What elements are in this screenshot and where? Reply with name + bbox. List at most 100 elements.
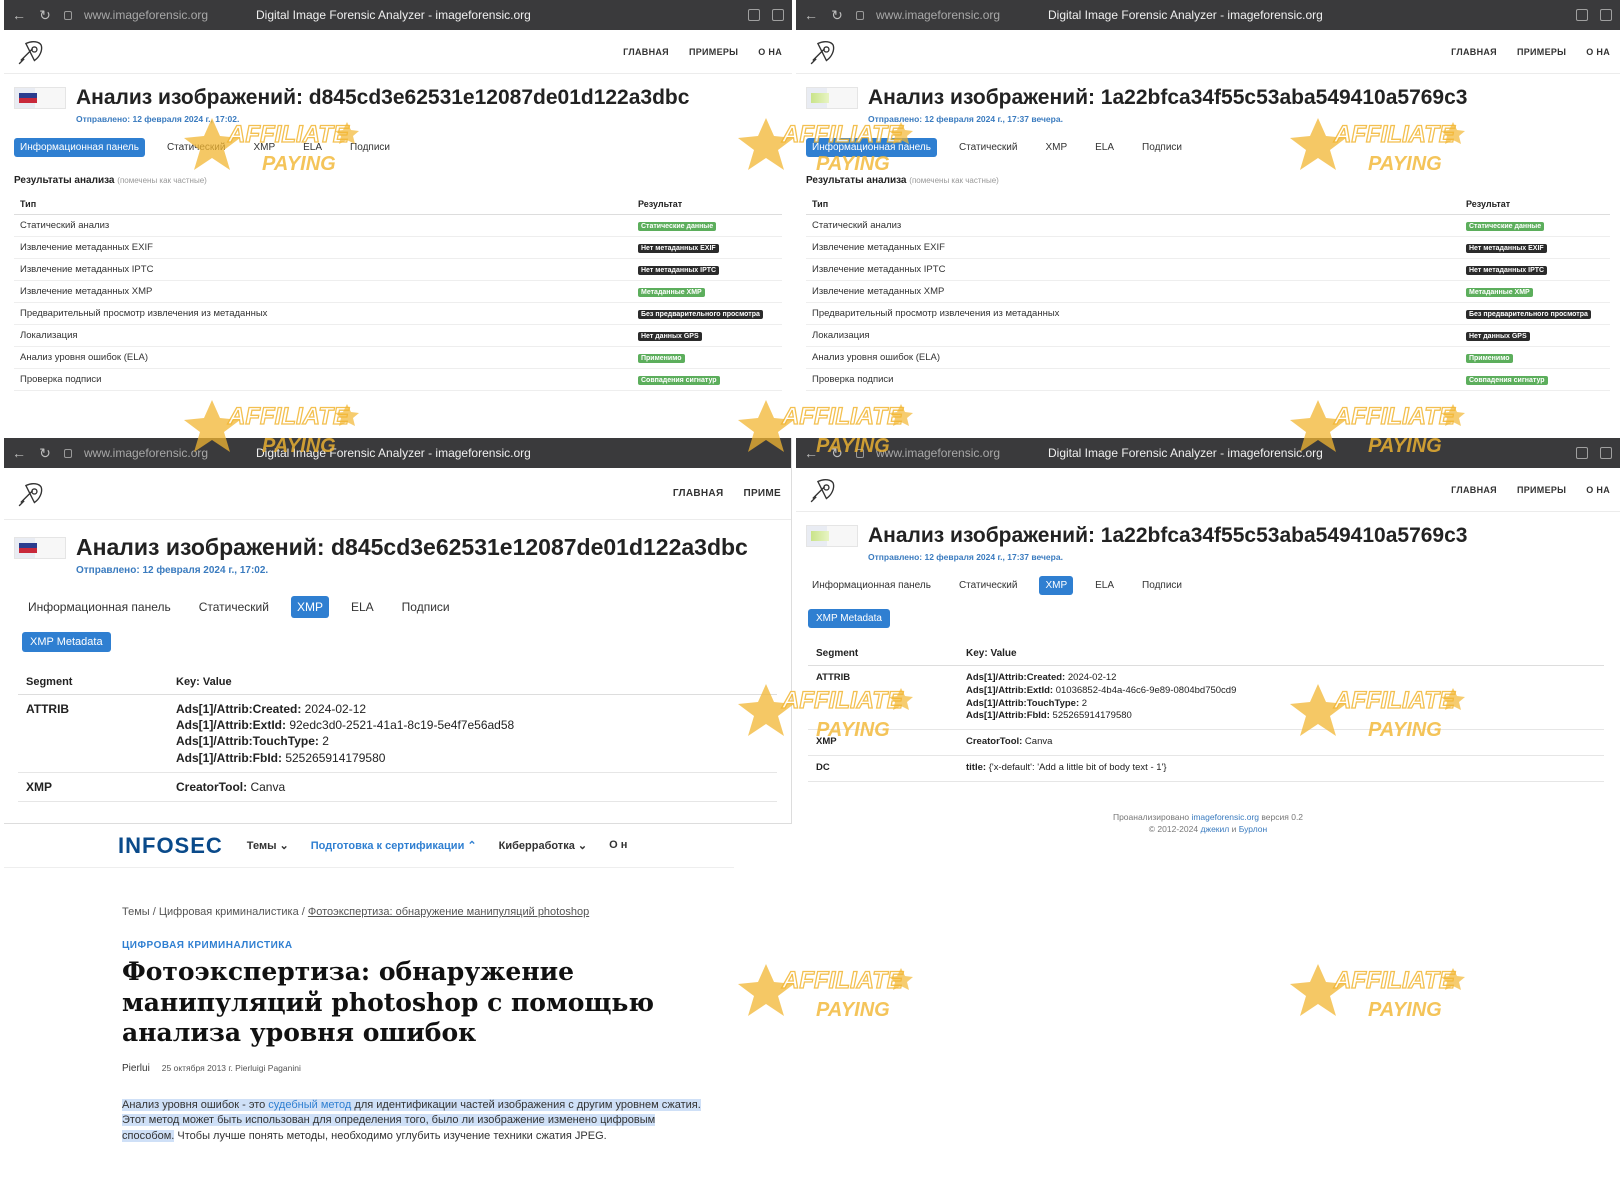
table-row: DC title: {'x-default': 'Add a little bi… (808, 755, 1604, 782)
nav-home[interactable]: ГЛАВНАЯ (673, 488, 724, 499)
menu-topics[interactable]: Темы ⌄ (247, 839, 289, 852)
article-title: Фотоэкспертиза: обнаружение манипуляций … (122, 957, 655, 1047)
nav-home[interactable]: ГЛАВНАЯ (1451, 47, 1497, 57)
tab-dashboard[interactable]: Информационная панель (22, 596, 177, 618)
reload-icon[interactable]: ↻ (830, 445, 844, 462)
reload-icon[interactable]: ↻ (38, 7, 52, 24)
table-row: XMP CreatorTool: Canva (18, 772, 777, 802)
status-badge: Нет метаданных IPTC (638, 266, 720, 275)
tab-signatures[interactable]: Подписи (396, 596, 456, 618)
extension-icon[interactable] (748, 9, 760, 21)
nav-examples[interactable]: ПРИМЕРЫ (689, 47, 738, 57)
xmp-metadata-button[interactable]: XMP Metadata (22, 632, 111, 652)
back-arrow-icon[interactable]: ← (12, 7, 26, 23)
status-badge: Совпадения сигнатур (638, 376, 720, 385)
nav-home[interactable]: ГЛАВНАЯ (623, 47, 669, 57)
extension-icon[interactable] (1576, 9, 1588, 21)
table-row: Проверка подписи Совпадения сигнатур (14, 368, 782, 391)
affiliate-paying-watermark: AFFILIATE PAYING (1288, 956, 1474, 1026)
status-badge: Метаданные XMP (638, 288, 705, 297)
status-badge: Без предварительного просмотра (1466, 310, 1591, 319)
address-bar[interactable]: www.imageforensic.org (84, 8, 244, 22)
table-row: Извлечение метаданных IPTC Нет метаданных… (806, 258, 1610, 281)
menu-cyber-jobs[interactable]: Киберработка ⌄ (499, 839, 587, 852)
tab-xmp[interactable]: XMP (247, 138, 281, 157)
tab-dashboard[interactable]: Информационная панель (806, 576, 937, 595)
image-thumbnail (806, 525, 858, 547)
rocket-logo-icon[interactable] (806, 35, 840, 69)
table-row: Проверка подписи Совпадения сигнатур (806, 368, 1610, 391)
bookmark-icon[interactable] (772, 9, 784, 21)
tab-static[interactable]: Статический (193, 596, 275, 618)
bookmark-icon[interactable] (1600, 9, 1612, 21)
forensic-method-link[interactable]: судебный метод (268, 1099, 351, 1111)
collage: ← ↻ www.imageforensic.org Digital Image … (0, 0, 1624, 1202)
reload-icon[interactable]: ↻ (38, 445, 52, 462)
infosec-logo[interactable]: INFOSEC (118, 833, 223, 859)
nav-home[interactable]: ГЛАВНАЯ (1451, 485, 1497, 495)
nav-examples[interactable]: ПРИМЕРЫ (1517, 485, 1566, 495)
footer-author-link[interactable]: Бурлон (1239, 824, 1267, 834)
author-avatar: Pierlui (122, 1062, 150, 1074)
tab-dashboard[interactable]: Информационная панель (806, 138, 937, 157)
tab-xmp[interactable]: XMP (1039, 576, 1074, 595)
nav-about[interactable]: О НА (1586, 485, 1610, 495)
tab-dashboard[interactable]: Информационная панель (14, 138, 145, 157)
breadcrumb-category[interactable]: Цифровая криминалистика (159, 906, 299, 918)
tab-signatures[interactable]: Подписи (1136, 138, 1188, 157)
xmp-metadata-button[interactable]: XMP Metadata (808, 609, 890, 628)
reload-icon[interactable]: ↻ (830, 7, 844, 24)
lock-icon (64, 10, 72, 20)
tab-ela[interactable]: ELA (297, 138, 328, 157)
tab-static[interactable]: Статический (161, 138, 232, 157)
footer-site-link[interactable]: imageforensic.org (1191, 812, 1259, 822)
address-bar[interactable]: www.imageforensic.org (84, 446, 244, 460)
bookmark-icon[interactable] (1600, 447, 1612, 459)
browser-toolbar: ← ↻ www.imageforensic.org Digital Image … (4, 0, 792, 30)
nav-about[interactable]: О НА (1586, 47, 1610, 57)
tab-signatures[interactable]: Подписи (1136, 576, 1188, 595)
back-arrow-icon[interactable]: ← (804, 7, 818, 23)
article-byline: Pierlui 25 октября 2013 г. Pierluigi Pag… (4, 1049, 734, 1074)
site-header: ГЛАВНАЯ ПРИМЕРЫ О НА (4, 30, 792, 74)
nav-examples[interactable]: ПРИМЕРЫ (1517, 47, 1566, 57)
footer-author-link[interactable]: джекил (1200, 824, 1229, 834)
tab-xmp[interactable]: XMP (290, 596, 329, 618)
results-table: Тип Результат Статический анализ Статичес… (806, 194, 1610, 391)
nav-examples[interactable]: ПРИМЕ (743, 488, 781, 499)
table-row: Анализ уровня ошибок (ELA) Применимо (806, 346, 1610, 369)
table-row: Предварительный просмотр извлечения из м… (14, 302, 782, 325)
tab-xmp[interactable]: XMP (1039, 138, 1073, 157)
submitted-date: Отправлено: 12 февраля 2024 г., 17:02. (76, 565, 269, 576)
tab-title: Digital Image Forensic Analyzer - imagef… (1048, 8, 1323, 22)
rocket-logo-icon[interactable] (806, 473, 840, 507)
menu-about[interactable]: О н (609, 839, 627, 852)
site-header: ГЛАВНАЯ ПРИМЕРЫ О НА (796, 30, 1620, 74)
tab-ela[interactable]: ELA (1089, 576, 1120, 595)
tab-static[interactable]: Статический (953, 576, 1024, 595)
tab-bar: Информационная панель Статический XMP EL… (4, 576, 791, 618)
breadcrumb-topics[interactable]: Темы (122, 906, 150, 918)
tab-static[interactable]: Статический (953, 138, 1024, 157)
chevron-down-icon: ⌄ (577, 840, 588, 852)
tab-ela[interactable]: ELA (345, 596, 380, 618)
breadcrumb-article[interactable]: Фотоэкспертиза: обнаружение манипуляций … (308, 906, 589, 918)
status-badge: Метаданные XMP (1466, 288, 1533, 297)
status-badge: Совпадения сигнатур (1466, 376, 1548, 385)
address-bar[interactable]: www.imageforensic.org (876, 8, 1036, 22)
xmp-panel-1: ← ↻ www.imageforensic.org Digital Image … (4, 438, 792, 824)
rocket-logo-icon[interactable] (14, 477, 48, 511)
page-title: Анализ изображений: 1a22bfca34f55c53aba5… (868, 86, 1468, 109)
menu-certification[interactable]: Подготовка к сертификации ⌃ (311, 839, 477, 852)
address-bar[interactable]: www.imageforensic.org (876, 446, 1036, 460)
private-note: (помечены как частные) (909, 176, 999, 185)
rocket-logo-icon[interactable] (14, 35, 48, 69)
extension-icon[interactable] (1576, 447, 1588, 459)
back-arrow-icon[interactable]: ← (12, 445, 26, 461)
tab-ela[interactable]: ELA (1089, 138, 1120, 157)
tab-signatures[interactable]: Подписи (344, 138, 396, 157)
nav-about[interactable]: О НА (758, 47, 782, 57)
image-thumbnail (806, 87, 858, 109)
back-arrow-icon[interactable]: ← (804, 445, 818, 461)
article-category[interactable]: ЦИФРОВАЯ КРИМИНАЛИСТИКА (4, 918, 734, 951)
